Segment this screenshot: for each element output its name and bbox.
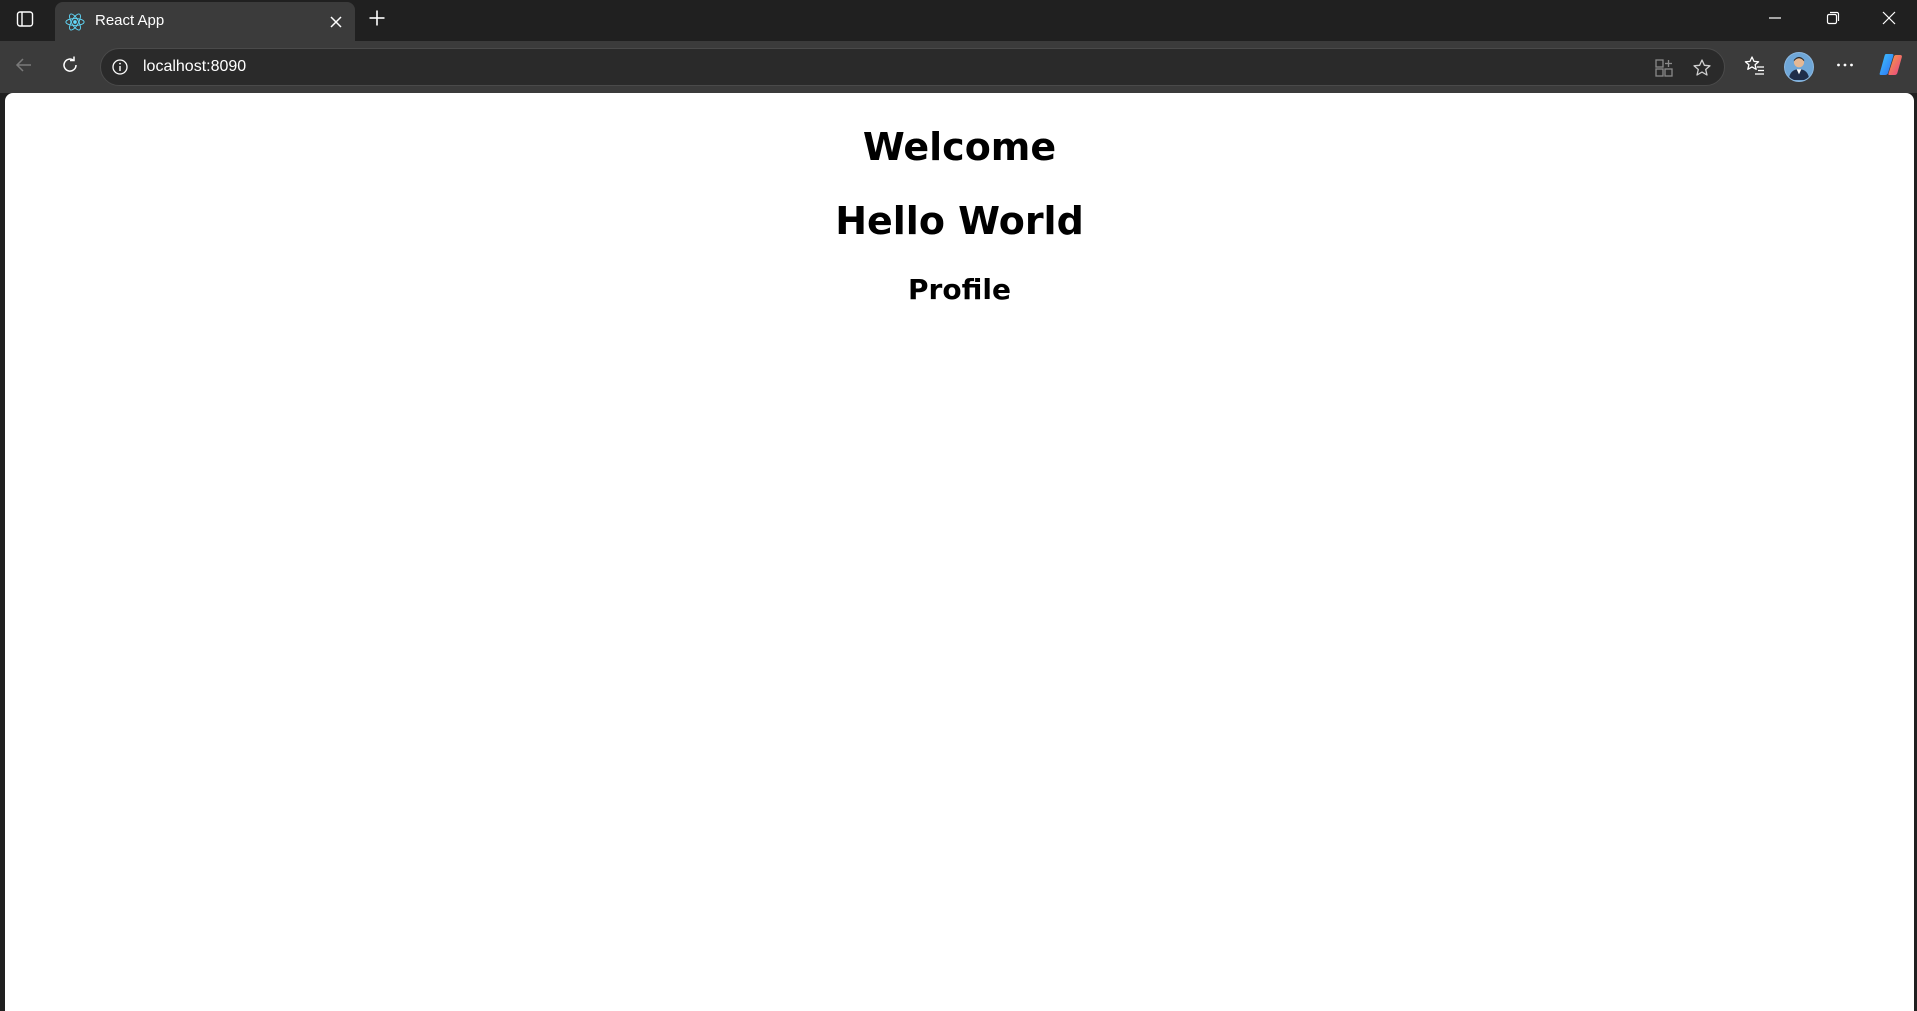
copilot-button[interactable] — [1873, 49, 1909, 85]
react-app-root: Welcome Hello World Profile — [5, 93, 1914, 307]
star-icon[interactable] — [1690, 56, 1714, 80]
react-atom-icon — [64, 11, 86, 33]
refresh-icon — [60, 55, 80, 80]
tab-close-button[interactable] — [323, 9, 349, 35]
close-icon — [330, 16, 342, 28]
plus-icon — [368, 9, 386, 32]
page-viewport: Welcome Hello World Profile — [5, 93, 1914, 1011]
minimize-button[interactable] — [1747, 0, 1803, 41]
url-input[interactable] — [143, 58, 743, 76]
tab-strip: React App — [0, 0, 1917, 41]
hello-world-heading: Hello World — [835, 199, 1084, 243]
favorites-list-icon — [1744, 54, 1766, 81]
tab-actions-icon — [16, 10, 34, 33]
avatar — [1784, 52, 1814, 82]
new-tab-button[interactable] — [361, 5, 393, 35]
minimize-icon — [1768, 11, 1782, 30]
more-options-button[interactable] — [1827, 49, 1863, 85]
profile-heading: Profile — [908, 273, 1011, 306]
back-button[interactable] — [6, 49, 42, 85]
copilot-icon — [1877, 51, 1905, 84]
address-bar[interactable] — [100, 48, 1725, 86]
arrow-left-icon — [14, 55, 34, 80]
browser-toolbar — [0, 41, 1917, 93]
tab-title: React App — [95, 12, 165, 29]
profile-button[interactable] — [1781, 49, 1817, 85]
info-icon[interactable] — [110, 57, 130, 77]
tab-actions-button[interactable] — [9, 6, 41, 36]
close-icon — [1882, 11, 1896, 30]
welcome-heading: Welcome — [862, 125, 1057, 169]
favorites-button[interactable] — [1737, 49, 1773, 85]
tab-react-app[interactable]: React App — [55, 2, 355, 41]
refresh-button[interactable] — [52, 49, 88, 85]
apps-icon[interactable] — [1652, 56, 1676, 80]
restore-icon — [1826, 11, 1840, 30]
window-close-button[interactable] — [1861, 0, 1917, 41]
more-dots-icon — [1835, 55, 1855, 80]
restore-button[interactable] — [1805, 0, 1861, 41]
